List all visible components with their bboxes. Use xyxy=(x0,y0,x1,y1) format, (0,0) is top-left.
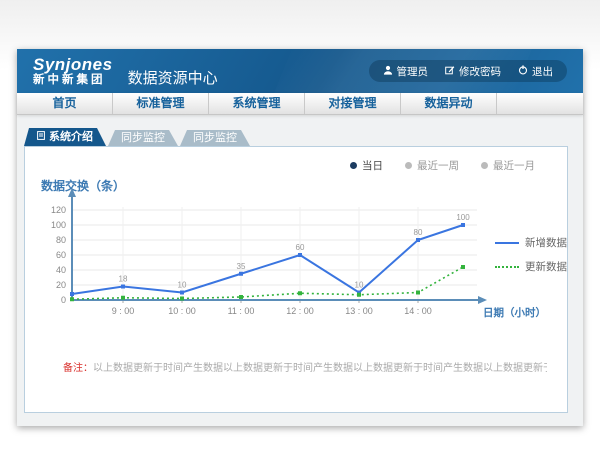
doc-icon xyxy=(37,128,45,146)
logo-text: Synjones xyxy=(33,56,113,74)
svg-text:0: 0 xyxy=(61,295,66,305)
svg-text:日期（小时）: 日期（小时） xyxy=(483,306,546,319)
user-menu-power[interactable]: 退出 xyxy=(518,64,553,79)
nav-item[interactable]: 对接管理 xyxy=(305,93,401,114)
series-legend: 新增数据更新数据 xyxy=(495,235,567,283)
desktop-background: Synjones 新中新集团 数据资源中心 管理员修改密码退出 首页标准管理系统… xyxy=(0,0,600,450)
filter-option[interactable]: 最近一月 xyxy=(481,158,535,173)
svg-text:120: 120 xyxy=(51,205,66,215)
tab-inactive[interactable]: 同步监控 xyxy=(180,130,250,146)
nav-item[interactable]: 数据异动 xyxy=(401,93,497,114)
svg-text:10: 10 xyxy=(178,281,187,290)
svg-text:20: 20 xyxy=(56,280,66,290)
filter-option[interactable]: 当日 xyxy=(350,158,383,173)
filter-option[interactable]: 最近一周 xyxy=(405,158,459,173)
line-swatch-icon xyxy=(495,242,519,244)
legend-item: 新增数据 xyxy=(495,235,567,250)
nav-menu: 首页标准管理系统管理对接管理数据异动 xyxy=(17,93,583,115)
radio-dot-icon xyxy=(350,162,357,169)
power-icon xyxy=(518,65,528,78)
note-text: 以上数据更新于时间产生数据以上数据更新于时间产生数据以上数据更新于时间产生数据以… xyxy=(93,363,547,374)
tab-active[interactable]: 系统介绍 xyxy=(24,128,106,146)
svg-text:60: 60 xyxy=(296,243,305,252)
tab-inactive[interactable]: 同步监控 xyxy=(108,130,178,146)
app-header: Synjones 新中新集团 数据资源中心 管理员 修改密码 退出 xyxy=(17,49,583,93)
nav-item[interactable]: 标准管理 xyxy=(113,93,209,114)
svg-text:35: 35 xyxy=(237,262,246,271)
radio-dot-icon xyxy=(481,162,488,169)
svg-text:10: 10 xyxy=(355,281,364,290)
note-label: 备注： xyxy=(63,363,93,374)
radio-dot-icon xyxy=(405,162,412,169)
line-chart: 0 20 40 60 80 100 120 9 : 00 10 : 00 11 : 00 12 : … xyxy=(25,187,570,337)
svg-text:18: 18 xyxy=(119,275,128,284)
logo-subtext: 新中新集团 xyxy=(33,74,113,86)
time-range-filter: 当日 最近一周 最近一月 xyxy=(350,158,535,173)
app-window: Synjones 新中新集团 数据资源中心 管理员修改密码退出 首页标准管理系统… xyxy=(17,49,583,426)
svg-text:12 : 00: 12 : 00 xyxy=(286,306,314,316)
svg-text:100: 100 xyxy=(51,220,66,230)
svg-text:11 : 00: 11 : 00 xyxy=(228,306,255,316)
nav-item[interactable]: 首页 xyxy=(17,93,113,114)
nav-item[interactable]: 系统管理 xyxy=(209,93,305,114)
svg-text:60: 60 xyxy=(56,250,66,260)
company-logo: Synjones 新中新集团 xyxy=(33,56,113,86)
user-menu-user[interactable]: 管理员 xyxy=(383,64,429,79)
svg-text:100: 100 xyxy=(456,213,470,222)
svg-text:13 : 00: 13 : 00 xyxy=(345,306,373,316)
svg-text:9 : 00: 9 : 00 xyxy=(112,306,135,316)
footer-note: 备注：以上数据更新于时间产生数据以上数据更新于时间产生数据以上数据更新于时间产生… xyxy=(63,359,547,374)
tab-strip: 系统介绍同步监控同步监控 xyxy=(24,128,583,146)
user-icon xyxy=(383,65,393,78)
user-menu-edit[interactable]: 修改密码 xyxy=(445,64,501,79)
svg-text:14 : 00: 14 : 00 xyxy=(404,306,432,316)
content-area: 系统介绍同步监控同步监控 当日最近一周最近一月 数据交换（条） 02040608… xyxy=(17,115,583,426)
legend-item: 更新数据 xyxy=(495,259,567,274)
svg-text:80: 80 xyxy=(56,235,66,245)
line-swatch-icon xyxy=(495,266,519,268)
svg-text:10 : 00: 10 : 00 xyxy=(168,306,196,316)
edit-icon xyxy=(445,65,455,78)
svg-text:40: 40 xyxy=(56,265,66,275)
svg-text:80: 80 xyxy=(414,228,423,237)
chart-panel: 当日最近一周最近一月 数据交换（条） 0204060801001209 : 00… xyxy=(24,146,568,413)
page-title: 数据资源中心 xyxy=(128,67,218,88)
user-menu: 管理员 修改密码 退出 xyxy=(369,60,568,82)
